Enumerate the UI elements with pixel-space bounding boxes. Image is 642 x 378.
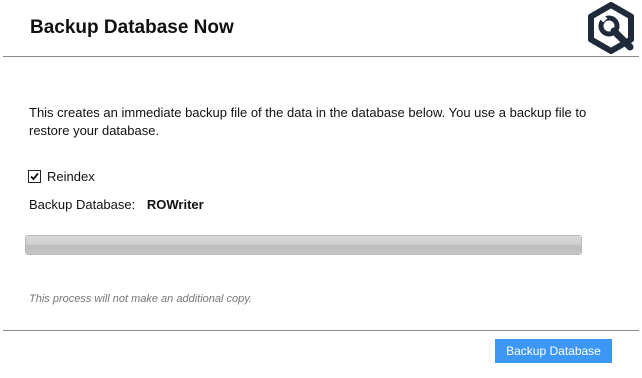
reindex-label[interactable]: Reindex [47,169,95,184]
progress-bar-fill [26,236,581,254]
description-text: This creates an immediate backup file of… [29,105,587,138]
backup-database-row: Backup Database: ROWriter [29,197,204,212]
wrench-shield-logo-icon [585,2,637,54]
backup-database-button[interactable]: Backup Database [495,339,612,363]
process-note: This process will not make an additional… [29,293,252,305]
backup-progress-bar [25,235,582,255]
reindex-checkbox[interactable] [28,169,41,183]
backup-database-label: Backup Database: [29,197,136,212]
dialog-header: Backup Database Now [0,0,642,56]
reindex-checkbox-row[interactable]: Reindex [28,168,95,184]
footer-divider [3,330,639,331]
checkmark-icon [30,172,39,180]
page-title: Backup Database Now [30,17,234,38]
header-divider [3,56,639,57]
backup-database-value: ROWriter [146,197,204,212]
